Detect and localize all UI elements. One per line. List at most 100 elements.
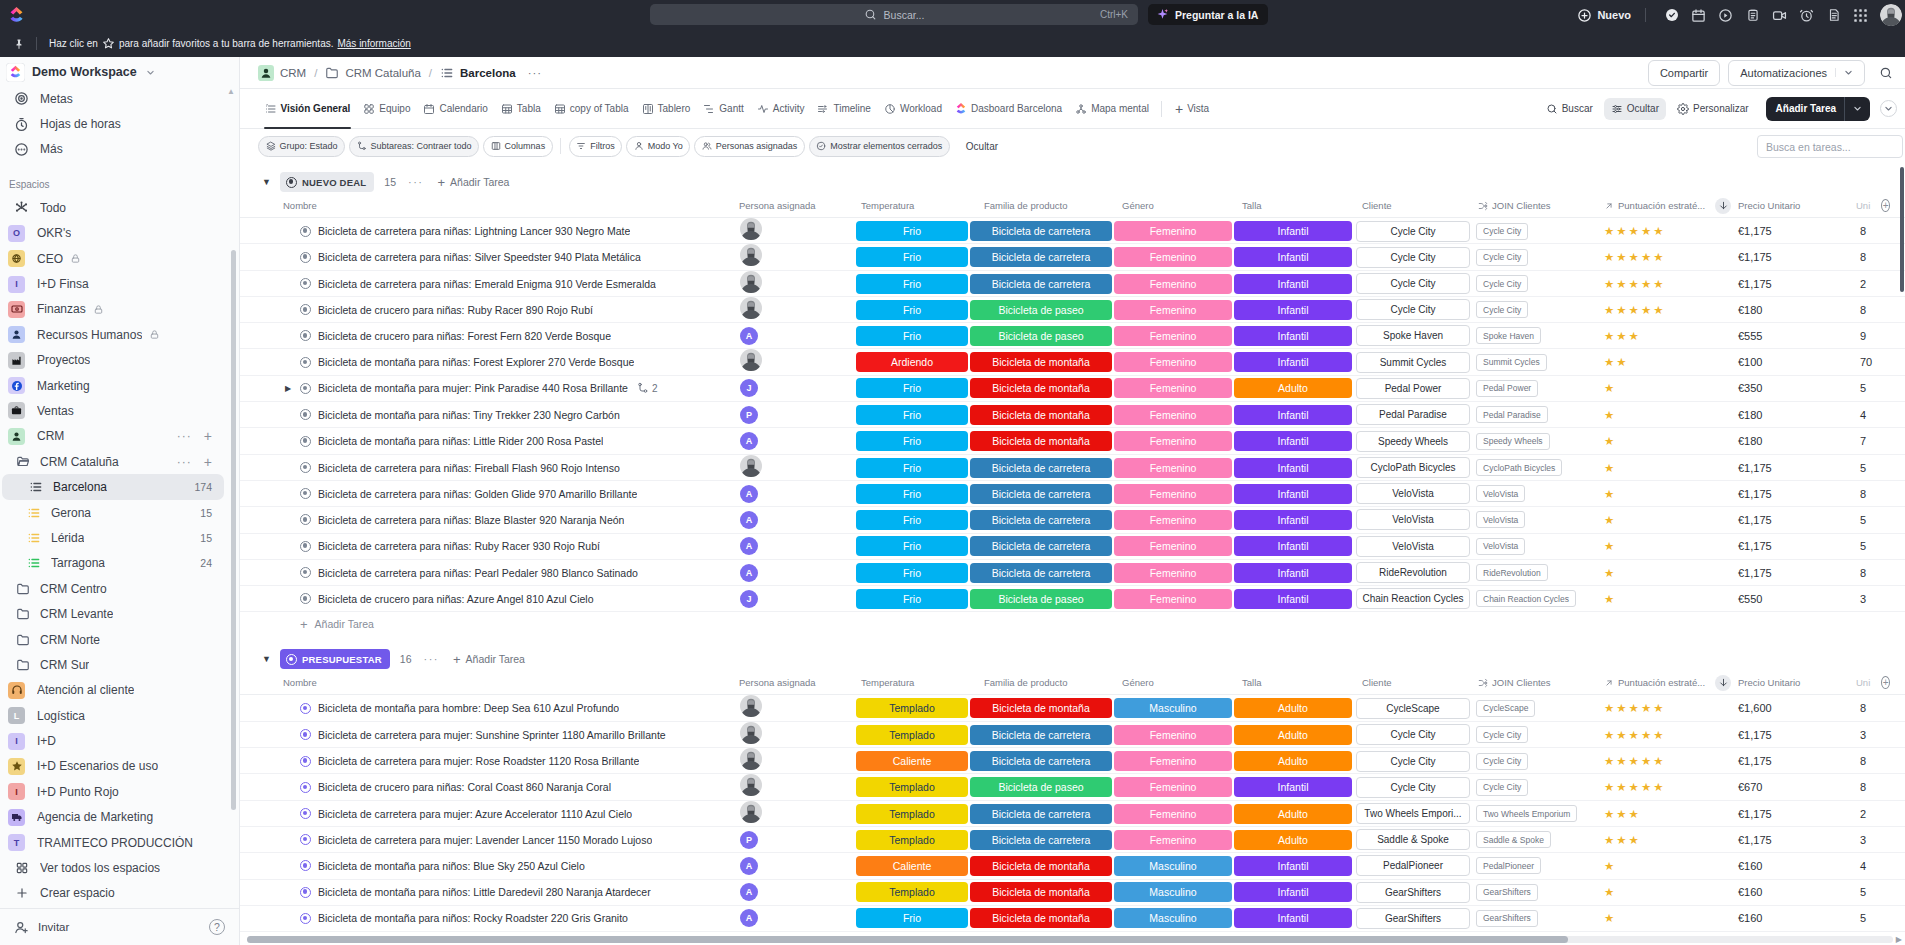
cliente-value[interactable]: GearShifters [1356, 882, 1470, 903]
rating-cell[interactable]: ★ [1600, 859, 1734, 873]
join-cliente-cell[interactable]: GearShifters [1476, 910, 1600, 927]
join-cliente-cell[interactable]: Cycle City [1476, 223, 1600, 240]
cliente-value[interactable]: VeloVista [1356, 536, 1470, 557]
genero-pill[interactable]: Femenino [1114, 458, 1232, 478]
cliente-cell[interactable]: RideRevolution [1356, 562, 1476, 583]
talla-pill[interactable]: Infantil [1234, 908, 1352, 928]
task-status-icon[interactable] [300, 756, 311, 767]
horizontal-scrollbar[interactable] [247, 936, 1893, 943]
talla-cell[interactable]: Infantil [1234, 431, 1356, 451]
rating-cell[interactable]: ★ [1600, 408, 1734, 422]
video-icon[interactable] [1766, 2, 1793, 29]
table-row[interactable]: Bicicleta de montaña para niños: Little … [240, 880, 1905, 906]
header-search-icon[interactable] [1879, 66, 1893, 80]
task-status-icon[interactable] [300, 462, 311, 473]
assignee-cell[interactable] [730, 349, 856, 375]
join-cliente-tag[interactable]: Chain Reaction Cycles [1476, 590, 1576, 607]
talla-cell[interactable]: Infantil [1234, 510, 1356, 530]
cliente-value[interactable]: Cycle City [1356, 221, 1470, 242]
temperatura-cell[interactable]: Frio [856, 326, 970, 346]
temperatura-cell[interactable]: Frio [856, 378, 970, 398]
precio-cell[interactable]: €1,175 [1734, 729, 1856, 741]
familia-pill[interactable]: Bicicleta de carretera [970, 804, 1112, 824]
cliente-value[interactable]: Saddle & Spoke [1356, 829, 1470, 850]
sidebar-scroll-up-icon[interactable]: ▲ [227, 87, 235, 96]
sidebar-item-todo[interactable]: Todo [0, 195, 239, 220]
precio-cell[interactable]: €180 [1734, 435, 1856, 447]
talla-pill[interactable]: Infantil [1234, 563, 1352, 583]
group-add-task-button[interactable]: +Añadir Tarea [453, 652, 525, 667]
sidebar-item-i-d-punto-rojo[interactable]: II+D Punto Rojo [0, 779, 239, 804]
join-cliente-tag[interactable]: VeloVista [1476, 538, 1525, 555]
sidebar-item-ceo[interactable]: CEO [0, 246, 239, 271]
unidades-cell[interactable]: 8 [1856, 702, 1890, 714]
assignee-avatar[interactable] [740, 226, 762, 243]
join-cliente-cell[interactable]: Cycle City [1476, 249, 1600, 266]
genero-pill[interactable]: Masculino [1114, 698, 1232, 718]
rating-cell[interactable]: ★★★ [1600, 807, 1734, 821]
genero-pill[interactable]: Femenino [1114, 830, 1232, 850]
tab-visi-n-general[interactable]: Visión General [258, 89, 357, 128]
talla-pill[interactable]: Infantil [1234, 777, 1352, 797]
cliente-cell[interactable]: Cycle City [1356, 777, 1476, 798]
join-cliente-cell[interactable]: VeloVista [1476, 511, 1600, 528]
familia-pill[interactable]: Bicicleta de carretera [970, 510, 1112, 530]
expand-icon[interactable]: ▶ [285, 384, 300, 393]
tab-tablero[interactable]: Tablero [635, 89, 697, 128]
assignee-cell[interactable]: A [730, 485, 856, 503]
unidades-cell[interactable]: 8 [1856, 567, 1890, 579]
genero-pill[interactable]: Femenino [1114, 751, 1232, 771]
task-status-icon[interactable] [300, 887, 311, 898]
col-familia[interactable]: Familia de producto [970, 200, 1114, 211]
assignee-cell[interactable] [730, 271, 856, 297]
toolbar-pill-grupo-estado[interactable]: Grupo: Estado [258, 136, 345, 157]
invite-label[interactable]: Invitar [38, 921, 69, 933]
col-talla[interactable]: Talla [1234, 677, 1356, 688]
task-status-icon[interactable] [300, 808, 311, 819]
unidades-cell[interactable]: 5 [1856, 382, 1890, 394]
familia-cell[interactable]: Bicicleta de carretera [970, 536, 1114, 556]
task-status-icon[interactable] [300, 782, 311, 793]
familia-cell[interactable]: Bicicleta de carretera [970, 247, 1114, 267]
col-nombre[interactable]: Nombre [258, 677, 730, 688]
join-cliente-cell[interactable]: CycloPath Bicycles [1476, 459, 1600, 476]
join-cliente-tag[interactable]: Summit Cycles [1476, 354, 1547, 371]
join-cliente-cell[interactable]: VeloVista [1476, 538, 1600, 555]
breadcrumb-more-button[interactable]: ··· [528, 67, 543, 79]
breadcrumb-crm-catalu-a[interactable]: CRM Cataluña [325, 66, 420, 80]
reminder-icon[interactable] [1793, 2, 1820, 29]
precio-cell[interactable]: €1,175 [1734, 755, 1856, 767]
cliente-value[interactable]: Cycle City [1356, 751, 1470, 772]
app-grid-icon[interactable] [1847, 2, 1874, 29]
genero-pill[interactable]: Femenino [1114, 405, 1232, 425]
precio-cell[interactable]: €1,175 [1734, 225, 1856, 237]
task-status-icon[interactable] [300, 330, 311, 341]
table-row[interactable]: ▶ Bicicleta de montaña para mujer: Pink … [240, 376, 1905, 402]
join-cliente-tag[interactable]: Cycle City [1476, 301, 1528, 318]
cliente-value[interactable]: Speedy Wheels [1356, 431, 1470, 452]
unidades-cell[interactable]: 8 [1856, 251, 1890, 263]
familia-pill[interactable]: Bicicleta de paseo [970, 300, 1112, 320]
add-column-button[interactable]: + [1881, 199, 1890, 212]
sidebar-item-okr-s[interactable]: OOKR's [0, 221, 239, 246]
talla-cell[interactable]: Infantil [1234, 882, 1356, 902]
temperatura-pill[interactable]: Templado [856, 882, 968, 902]
cliente-cell[interactable]: VeloVista [1356, 536, 1476, 557]
cliente-cell[interactable]: Summit Cycles [1356, 352, 1476, 373]
sidebar-item-agencia-de-marketing[interactable]: Agencia de Marketing [0, 805, 239, 830]
view-search-button[interactable]: Buscar [1539, 98, 1600, 120]
cliente-value[interactable]: Pedal Paradise [1356, 404, 1470, 425]
task-name[interactable]: Bicicleta de montaña para hombre: Deep S… [318, 702, 619, 714]
group-more-button[interactable]: ··· [424, 653, 440, 665]
temperatura-cell[interactable]: Frio [856, 510, 970, 530]
ask-ai-button[interactable]: Preguntar a la IA [1148, 4, 1268, 25]
familia-pill[interactable]: Bicicleta de carretera [970, 274, 1112, 294]
genero-pill[interactable]: Femenino [1114, 378, 1232, 398]
talla-cell[interactable]: Infantil [1234, 274, 1356, 294]
assignee-avatar[interactable] [740, 252, 762, 269]
temperatura-cell[interactable]: Frio [856, 221, 970, 241]
talla-pill[interactable]: Infantil [1234, 247, 1352, 267]
talla-pill[interactable]: Adulto [1234, 698, 1352, 718]
item-add-icon[interactable]: + [204, 454, 212, 470]
genero-pill[interactable]: Femenino [1114, 536, 1232, 556]
